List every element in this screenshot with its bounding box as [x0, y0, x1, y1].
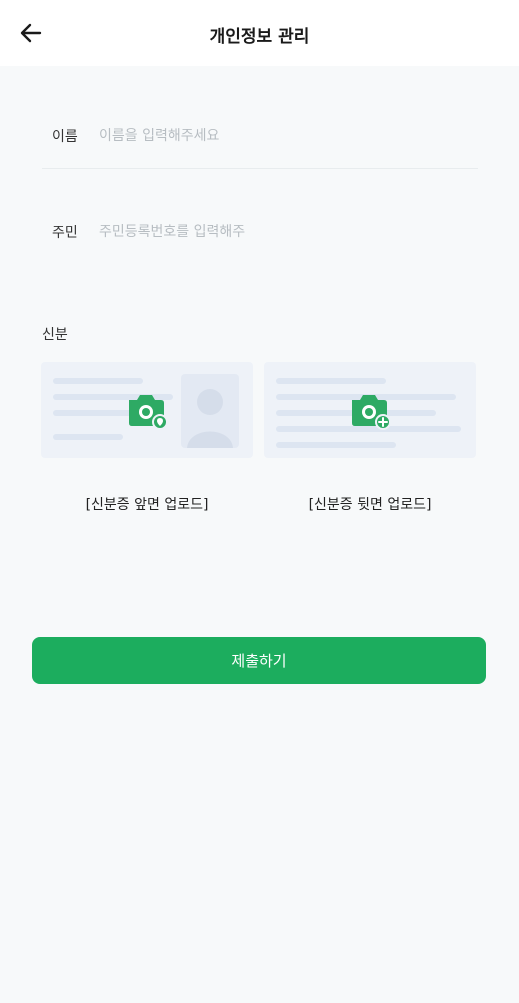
id-card-front-caption: [신분증 앞면 업로드] — [85, 497, 209, 513]
card-photo-placeholder — [181, 374, 239, 448]
content-area: 이름 주민 신분 [신분증 앞면 업로드] — [0, 66, 519, 1003]
id-number-input[interactable] — [97, 214, 471, 250]
top-bar: 개인정보 관리 — [0, 0, 519, 66]
name-row: 이름 — [42, 118, 478, 169]
name-input[interactable] — [97, 118, 471, 154]
name-label: 이름 — [52, 129, 78, 145]
id-card-front-upload[interactable] — [41, 362, 253, 458]
card-decor-line — [53, 378, 143, 384]
card-decor-line — [276, 378, 386, 384]
card-decor-line — [53, 434, 123, 440]
submit-button[interactable]: 제출하기 — [32, 637, 486, 684]
id-number-label: 주민 — [52, 225, 78, 241]
camera-icon — [125, 390, 169, 430]
camera-plus-icon — [348, 390, 392, 430]
id-card-back-upload[interactable] — [264, 362, 476, 458]
submit-label: 제출하기 — [231, 652, 287, 670]
id-section-label: 신분 — [42, 327, 68, 343]
card-decor-line — [276, 442, 396, 448]
id-number-row: 주민 — [42, 214, 478, 264]
page-title: 개인정보 관리 — [209, 27, 310, 47]
id-card-back-caption: [신분증 뒷면 업로드] — [308, 497, 432, 513]
